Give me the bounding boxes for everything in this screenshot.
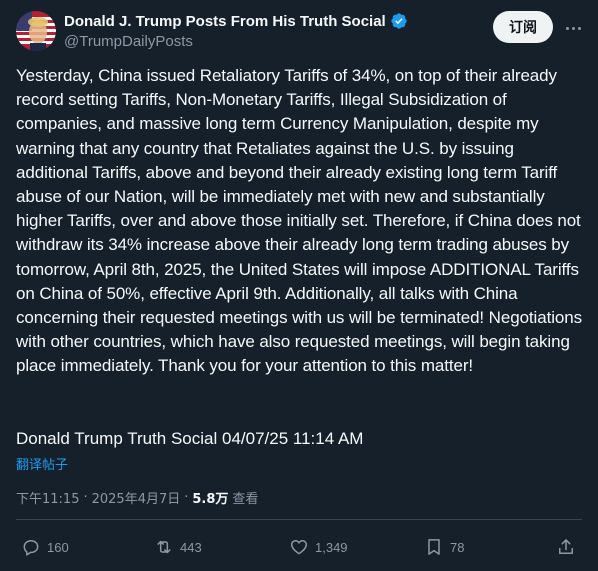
- post-meta: 下午11:15 · 2025年4月7日 · 5.8万 查看: [16, 488, 258, 507]
- author-name-row[interactable]: Donald J. Trump Posts From His Truth Soc…: [64, 12, 408, 30]
- post-time[interactable]: 下午11:15: [16, 488, 79, 507]
- post-paragraph: Yesterday, China issued Retaliatory Tari…: [16, 66, 582, 376]
- author-handle[interactable]: @TrumpDailyPosts: [64, 33, 193, 50]
- reply-count: 160: [47, 539, 69, 555]
- post-signature: Donald Trump Truth Social 04/07/25 11:14…: [16, 429, 364, 448]
- views-count: 5.8万: [192, 492, 229, 507]
- verified-badge-icon: [391, 13, 407, 29]
- views-label: 查看: [232, 492, 259, 507]
- translate-post-link[interactable]: 翻译帖子: [16, 454, 68, 473]
- divider: [16, 519, 582, 520]
- reply-button[interactable]: 160: [21, 537, 69, 557]
- avatar-image: [16, 11, 56, 51]
- repost-count: 443: [180, 539, 202, 555]
- bookmark-button[interactable]: 78: [424, 537, 464, 557]
- post-text: Yesterday, China issued Retaliatory Tari…: [16, 64, 584, 379]
- avatar[interactable]: [16, 11, 56, 51]
- reply-icon: [23, 540, 39, 556]
- like-button[interactable]: 1,349: [289, 537, 348, 557]
- meta-separator: ·: [184, 490, 189, 505]
- subscribe-button[interactable]: 订阅: [493, 11, 553, 43]
- bookmark-icon: [428, 539, 440, 555]
- share-icon: [559, 539, 573, 554]
- like-count: 1,349: [315, 539, 348, 555]
- meta-separator: ·: [83, 490, 88, 505]
- post-date[interactable]: 2025年4月7日: [92, 488, 181, 507]
- bookmark-count: 78: [450, 539, 465, 555]
- share-button[interactable]: [556, 537, 576, 557]
- repost-icon: [157, 540, 171, 554]
- repost-button[interactable]: 443: [154, 537, 202, 557]
- author-name[interactable]: Donald J. Trump Posts From His Truth Soc…: [64, 13, 386, 30]
- heart-icon: [290, 540, 308, 555]
- more-options-icon[interactable]: [560, 18, 586, 38]
- post-container: Donald J. Trump Posts From His Truth Soc…: [0, 0, 598, 571]
